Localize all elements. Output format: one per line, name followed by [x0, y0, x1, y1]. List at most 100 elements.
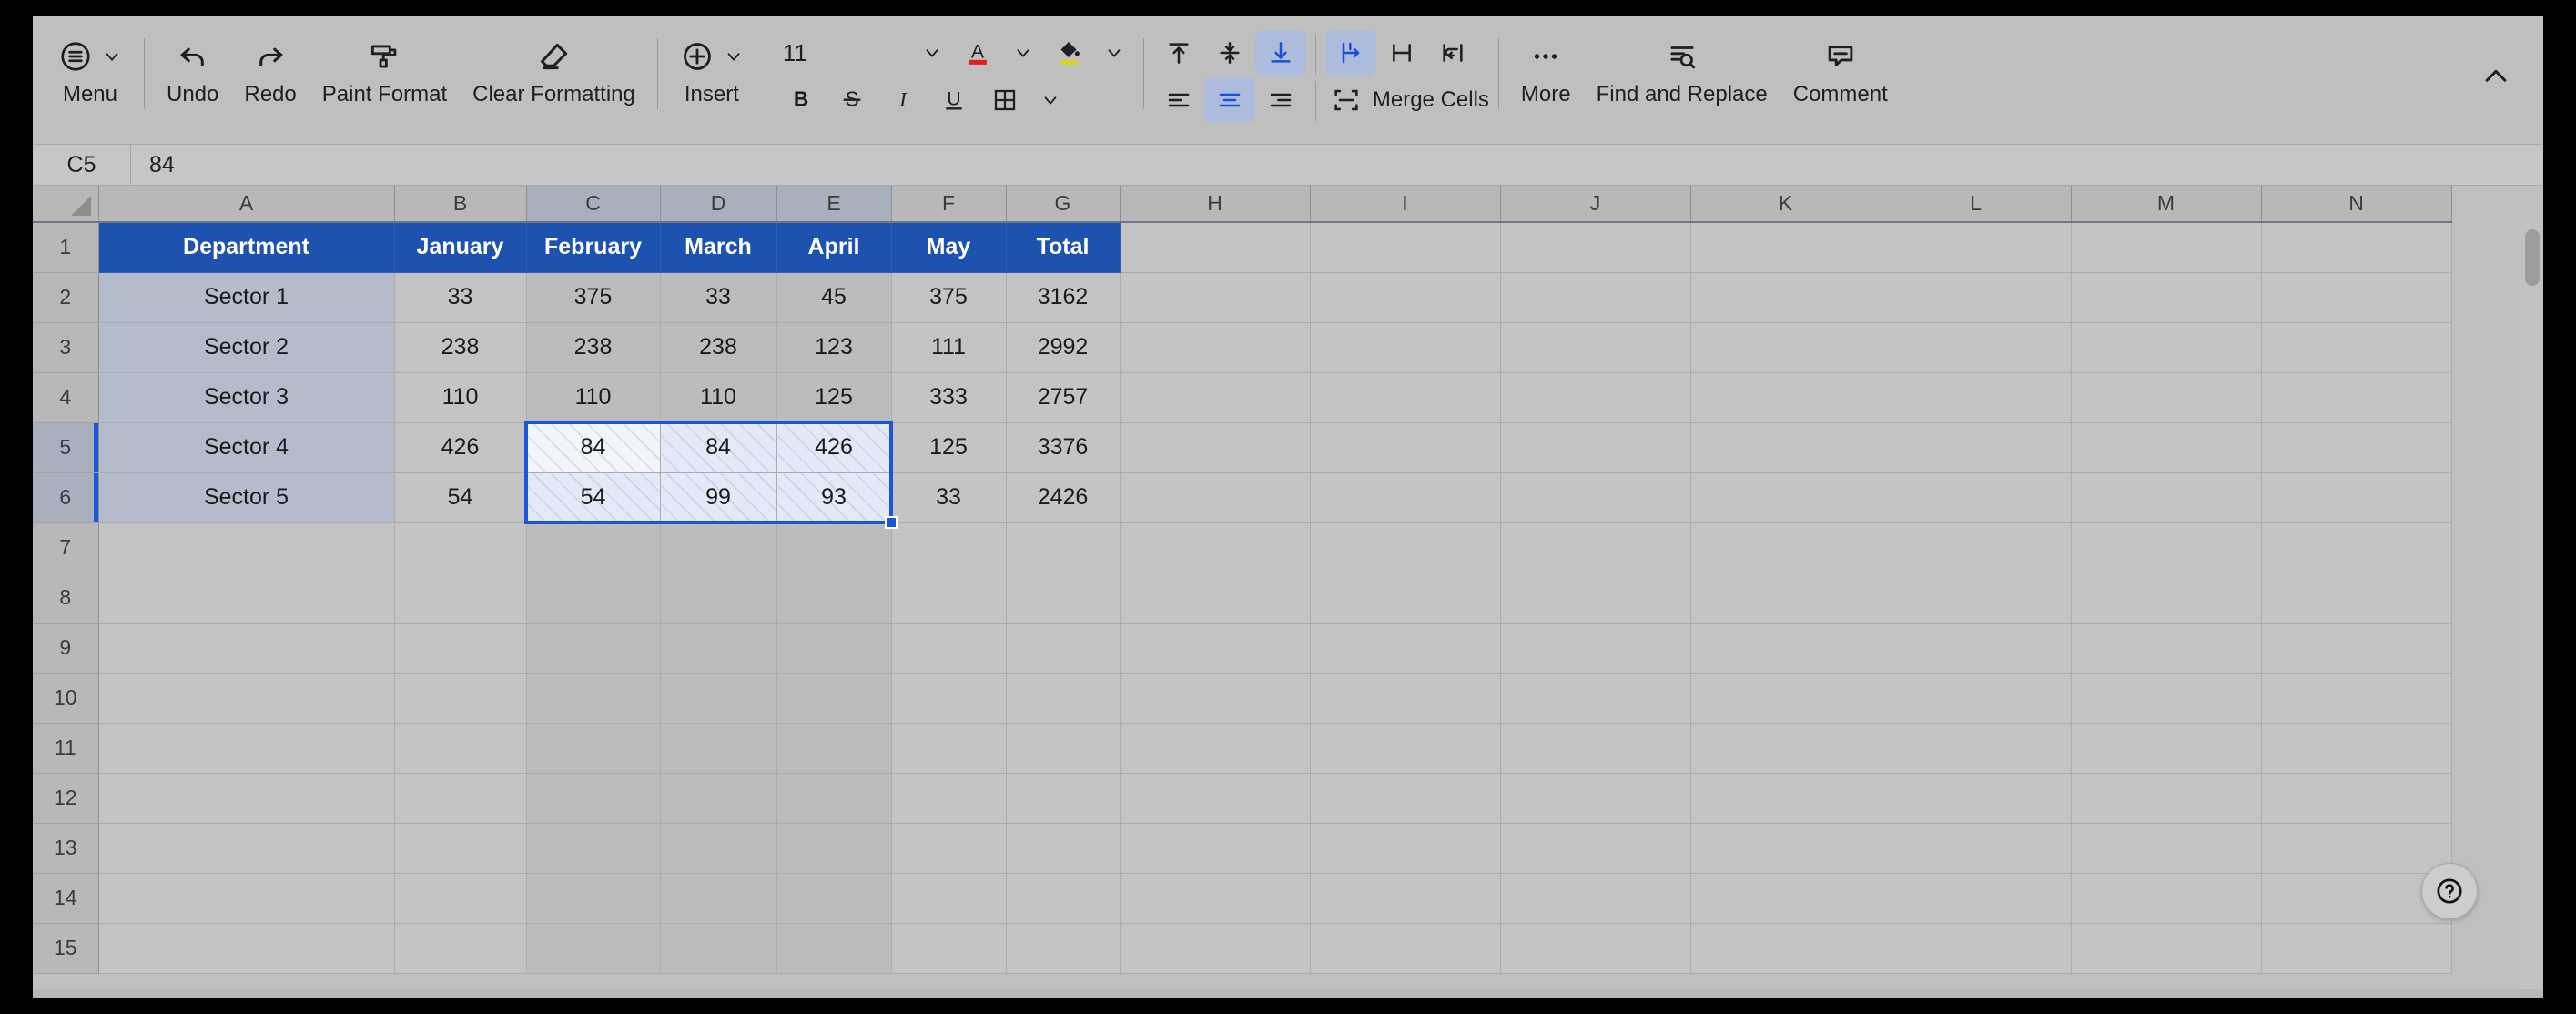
fill-handle[interactable]	[885, 516, 898, 529]
cell-D9[interactable]	[660, 623, 777, 674]
cell-J3[interactable]	[1500, 322, 1691, 373]
cell-B1[interactable]: January	[394, 222, 527, 273]
cell-F10[interactable]	[891, 673, 1007, 724]
cell-B10[interactable]	[394, 673, 527, 724]
cell-L7[interactable]	[1881, 522, 2072, 573]
formula-input[interactable]: 84	[131, 145, 2543, 185]
align-top-button[interactable]	[1153, 30, 1204, 76]
cell-I7[interactable]	[1310, 522, 1501, 573]
cell-H4[interactable]	[1120, 372, 1311, 423]
cell-J9[interactable]	[1500, 623, 1691, 674]
cell-C11[interactable]	[526, 723, 661, 774]
cell-K2[interactable]	[1690, 272, 1881, 323]
cell-D15[interactable]	[660, 923, 777, 974]
cell-L9[interactable]	[1881, 623, 2072, 674]
cell-H8[interactable]	[1120, 573, 1311, 624]
cell-G15[interactable]	[1006, 923, 1121, 974]
text-wrap-button[interactable]	[1427, 30, 1478, 76]
cell-C9[interactable]	[526, 623, 661, 674]
row-header-2[interactable]: 2	[33, 272, 99, 323]
cell-K10[interactable]	[1690, 673, 1881, 724]
strikethrough-button[interactable]: S	[827, 77, 877, 123]
cell-A11[interactable]	[98, 723, 395, 774]
undo-button[interactable]: Undo	[154, 16, 231, 118]
cell-C4[interactable]: 110	[526, 372, 661, 423]
cell-E13[interactable]	[776, 823, 892, 874]
cell-N13[interactable]	[2261, 823, 2452, 874]
column-header-b[interactable]: B	[394, 186, 527, 223]
find-and-replace-button[interactable]: Find and Replace	[1584, 16, 1780, 118]
clear-formatting-button[interactable]: Clear Formatting	[460, 16, 648, 118]
cell-F15[interactable]	[891, 923, 1007, 974]
cell-D6[interactable]: 99	[660, 472, 777, 523]
cell-L11[interactable]	[1881, 723, 2072, 774]
cell-E14[interactable]	[776, 873, 892, 924]
cell-K13[interactable]	[1690, 823, 1881, 874]
font-size-dropdown-button[interactable]	[912, 43, 952, 63]
cell-G14[interactable]	[1006, 873, 1121, 924]
row-header-4[interactable]: 4	[33, 372, 99, 423]
cell-N5[interactable]	[2261, 422, 2452, 473]
cell-A13[interactable]	[98, 823, 395, 874]
cell-F14[interactable]	[891, 873, 1007, 924]
cell-I3[interactable]	[1310, 322, 1501, 373]
cell-H6[interactable]	[1120, 472, 1311, 523]
cell-N4[interactable]	[2261, 372, 2452, 423]
cell-H3[interactable]	[1120, 322, 1311, 373]
cell-L15[interactable]	[1881, 923, 2072, 974]
cell-H5[interactable]	[1120, 422, 1311, 473]
cell-F9[interactable]	[891, 623, 1007, 674]
row-header-5[interactable]: 5	[33, 422, 99, 473]
row-header-7[interactable]: 7	[33, 522, 99, 573]
cell-J14[interactable]	[1500, 873, 1691, 924]
cell-N6[interactable]	[2261, 472, 2452, 523]
cell-N11[interactable]	[2261, 723, 2452, 774]
cell-N10[interactable]	[2261, 673, 2452, 724]
cell-L8[interactable]	[1881, 573, 2072, 624]
cell-H10[interactable]	[1120, 673, 1311, 724]
column-header-i[interactable]: I	[1310, 186, 1501, 223]
cell-L3[interactable]	[1881, 322, 2072, 373]
underline-button[interactable]: U	[928, 77, 979, 123]
cell-E11[interactable]	[776, 723, 892, 774]
cell-F4[interactable]: 333	[891, 372, 1007, 423]
cell-N12[interactable]	[2261, 773, 2452, 824]
row-header-9[interactable]: 9	[33, 623, 99, 674]
cell-H7[interactable]	[1120, 522, 1311, 573]
cell-A7[interactable]	[98, 522, 395, 573]
cell-I9[interactable]	[1310, 623, 1501, 674]
select-all-corner[interactable]	[33, 186, 99, 223]
cell-B15[interactable]	[394, 923, 527, 974]
cell-C12[interactable]	[526, 773, 661, 824]
cell-K11[interactable]	[1690, 723, 1881, 774]
cell-G12[interactable]	[1006, 773, 1121, 824]
column-header-m[interactable]: M	[2071, 186, 2262, 223]
help-button[interactable]	[2421, 863, 2478, 919]
cell-A14[interactable]	[98, 873, 395, 924]
cell-D5[interactable]: 84	[660, 422, 777, 473]
cell-L2[interactable]	[1881, 272, 2072, 323]
borders-button[interactable]	[979, 77, 1030, 123]
cell-F1[interactable]: May	[891, 222, 1007, 273]
cell-B9[interactable]	[394, 623, 527, 674]
cell-G10[interactable]	[1006, 673, 1121, 724]
column-header-j[interactable]: J	[1500, 186, 1691, 223]
cell-J8[interactable]	[1500, 573, 1691, 624]
row-header-6[interactable]: 6	[33, 472, 99, 523]
cell-A2[interactable]: Sector 1	[98, 272, 395, 323]
cell-B4[interactable]: 110	[394, 372, 527, 423]
cell-C6[interactable]: 54	[526, 472, 661, 523]
cell-C5[interactable]: 84	[526, 422, 661, 473]
cell-K8[interactable]	[1690, 573, 1881, 624]
cell-J4[interactable]	[1500, 372, 1691, 423]
font-size-input[interactable]: 11	[776, 35, 912, 71]
cell-N9[interactable]	[2261, 623, 2452, 674]
cell-F13[interactable]	[891, 823, 1007, 874]
cell-J7[interactable]	[1500, 522, 1691, 573]
name-box[interactable]: C5	[33, 145, 131, 185]
row-header-8[interactable]: 8	[33, 573, 99, 624]
cell-N15[interactable]	[2261, 923, 2452, 974]
cell-E4[interactable]: 125	[776, 372, 892, 423]
align-left-button[interactable]	[1153, 77, 1204, 123]
cell-H2[interactable]	[1120, 272, 1311, 323]
